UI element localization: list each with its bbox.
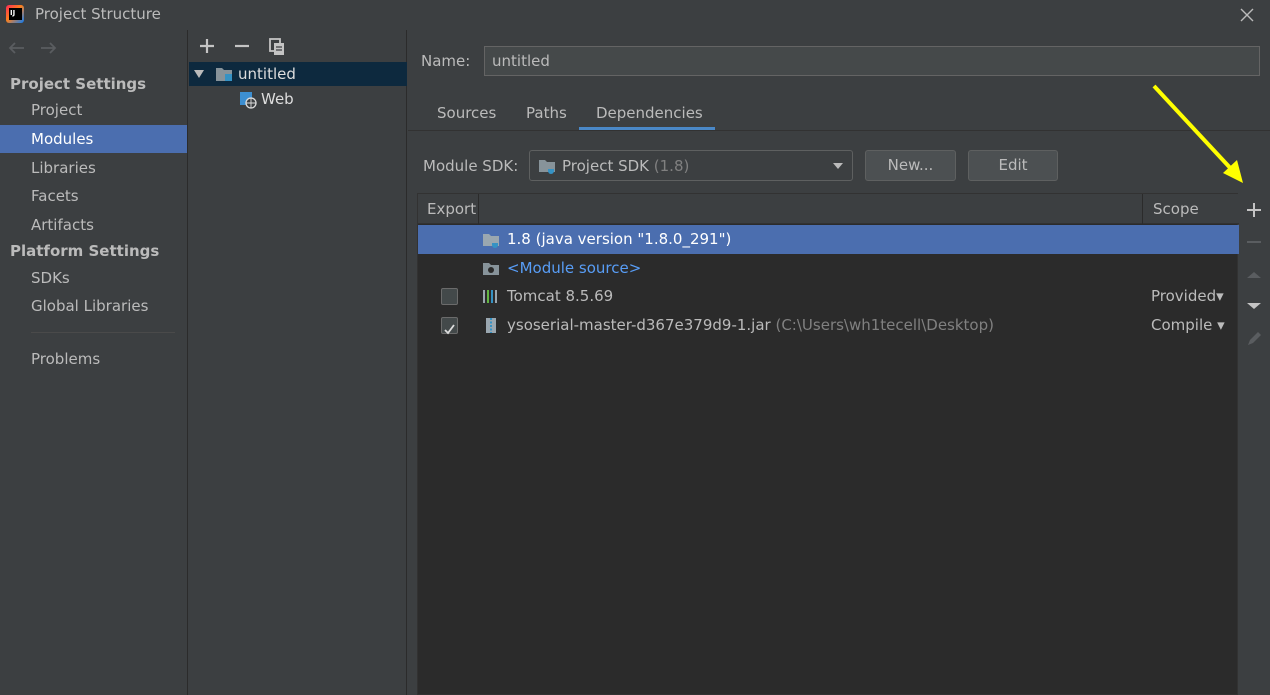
annotation-arrow-icon — [1152, 84, 1243, 183]
module-sdk-dropdown[interactable]: Project SDK (1.8) — [529, 150, 853, 181]
tab-dependencies[interactable]: Dependencies — [596, 98, 703, 130]
minus-icon — [234, 44, 249, 48]
dependencies-table: Export Scope 1.8 (java version "1.8.0_29… — [417, 193, 1239, 695]
column-export[interactable]: Export — [427, 194, 476, 224]
sdk-selected-value: Project SDK (1.8) — [562, 157, 690, 175]
dependency-name: ysoserial-master-d367e379d9-1.jar (C:\Us… — [507, 316, 994, 334]
edit-sdk-button[interactable]: Edit — [968, 150, 1058, 181]
nav-item-libraries[interactable]: Libraries — [0, 154, 187, 182]
pencil-icon — [1248, 332, 1261, 345]
nav-item-project[interactable]: Project — [0, 96, 187, 124]
nav-divider — [31, 332, 175, 333]
new-sdk-button[interactable]: New... — [865, 150, 956, 181]
table-row-module-source[interactable]: <Module source> — [418, 254, 1239, 283]
dependencies-toolbar — [1238, 193, 1270, 393]
export-checkbox[interactable] — [441, 317, 458, 335]
table-header: Export Scope — [418, 194, 1239, 224]
tree-toolbar — [197, 36, 297, 58]
tree-item-label: Web — [261, 90, 294, 108]
close-icon — [1240, 8, 1254, 22]
table-row-jdk[interactable]: 1.8 (java version "1.8.0_291") — [418, 225, 1239, 254]
nav-item-facets[interactable]: Facets — [0, 182, 187, 210]
arrow-right-icon — [40, 42, 57, 54]
name-label: Name: — [421, 52, 471, 70]
table-row-ysoserial[interactable]: ysoserial-master-d367e379d9-1.jar (C:\Us… — [418, 311, 1239, 340]
tab-sources[interactable]: Sources — [437, 98, 496, 130]
arrow-down-icon — [1247, 303, 1261, 309]
scope-dropdown[interactable]: Compile ▾ — [1151, 311, 1225, 340]
module-source-icon — [483, 263, 499, 275]
jdk-folder-icon — [483, 234, 499, 248]
sdk-folder-icon — [539, 160, 555, 174]
scope-dropdown[interactable]: Provided▾ — [1151, 282, 1224, 311]
platform-settings-header: Platform Settings — [10, 242, 160, 260]
intellij-logo-icon — [6, 5, 24, 23]
module-tree-panel: untitled Web — [189, 30, 407, 695]
edit-dependency-button[interactable] — [1242, 327, 1266, 351]
close-button[interactable] — [1236, 4, 1258, 26]
tree-item-untitled[interactable]: untitled — [189, 62, 407, 86]
expand-triangle-icon — [194, 70, 204, 78]
dependency-name: Tomcat 8.5.69 — [507, 287, 614, 305]
plus-icon — [1247, 203, 1261, 217]
column-divider — [478, 194, 479, 224]
checkmark-icon — [444, 324, 455, 335]
arrow-left-icon — [8, 42, 24, 54]
nav-item-artifacts[interactable]: Artifacts — [0, 211, 187, 239]
dependency-name: 1.8 (java version "1.8.0_291") — [507, 230, 732, 248]
settings-nav: Project Settings Project Modules Librari… — [0, 30, 188, 695]
arrow-up-icon — [1247, 272, 1261, 278]
nav-item-problems[interactable]: Problems — [0, 345, 187, 373]
chevron-down-icon — [833, 163, 843, 169]
tab-paths[interactable]: Paths — [526, 98, 567, 130]
add-dependency-button[interactable] — [1242, 198, 1266, 222]
copy-module-button[interactable] — [267, 36, 293, 56]
module-sdk-label: Module SDK: — [423, 157, 519, 175]
table-row-tomcat[interactable]: Tomcat 8.5.69 Provided▾ — [418, 282, 1239, 311]
tree-item-web[interactable]: Web — [189, 87, 407, 111]
library-icon — [483, 290, 497, 303]
project-settings-header: Project Settings — [10, 75, 147, 93]
remove-dependency-button[interactable] — [1242, 230, 1266, 254]
copy-icon — [268, 38, 284, 55]
dependency-path: (C:\Users\wh1tecell\Desktop) — [775, 316, 994, 334]
column-divider — [1142, 194, 1143, 224]
dependency-name[interactable]: <Module source> — [507, 254, 641, 283]
forward-button[interactable] — [35, 38, 59, 58]
column-scope[interactable]: Scope — [1153, 194, 1199, 224]
module-folder-icon — [216, 68, 232, 81]
export-checkbox[interactable] — [441, 288, 458, 305]
minus-icon — [1247, 241, 1261, 243]
move-down-button[interactable] — [1242, 294, 1266, 318]
plus-icon — [200, 39, 214, 53]
jar-icon — [486, 318, 496, 333]
move-up-button[interactable] — [1242, 263, 1266, 287]
history-arrows — [6, 38, 59, 58]
window-title: Project Structure — [35, 5, 161, 23]
nav-item-modules[interactable]: Modules — [0, 125, 187, 153]
add-module-button[interactable] — [197, 36, 223, 56]
back-button[interactable] — [6, 38, 30, 58]
web-facet-icon — [240, 92, 257, 109]
title-bar: Project Structure — [0, 0, 1270, 30]
tree-item-label: untitled — [238, 65, 296, 83]
nav-item-sdks[interactable]: SDKs — [0, 264, 187, 292]
nav-item-global-libraries[interactable]: Global Libraries — [0, 292, 187, 320]
module-name-field[interactable] — [484, 46, 1260, 76]
chevron-down-icon: ▾ — [1217, 316, 1225, 334]
chevron-down-icon: ▾ — [1216, 287, 1224, 305]
remove-module-button[interactable] — [232, 36, 258, 56]
